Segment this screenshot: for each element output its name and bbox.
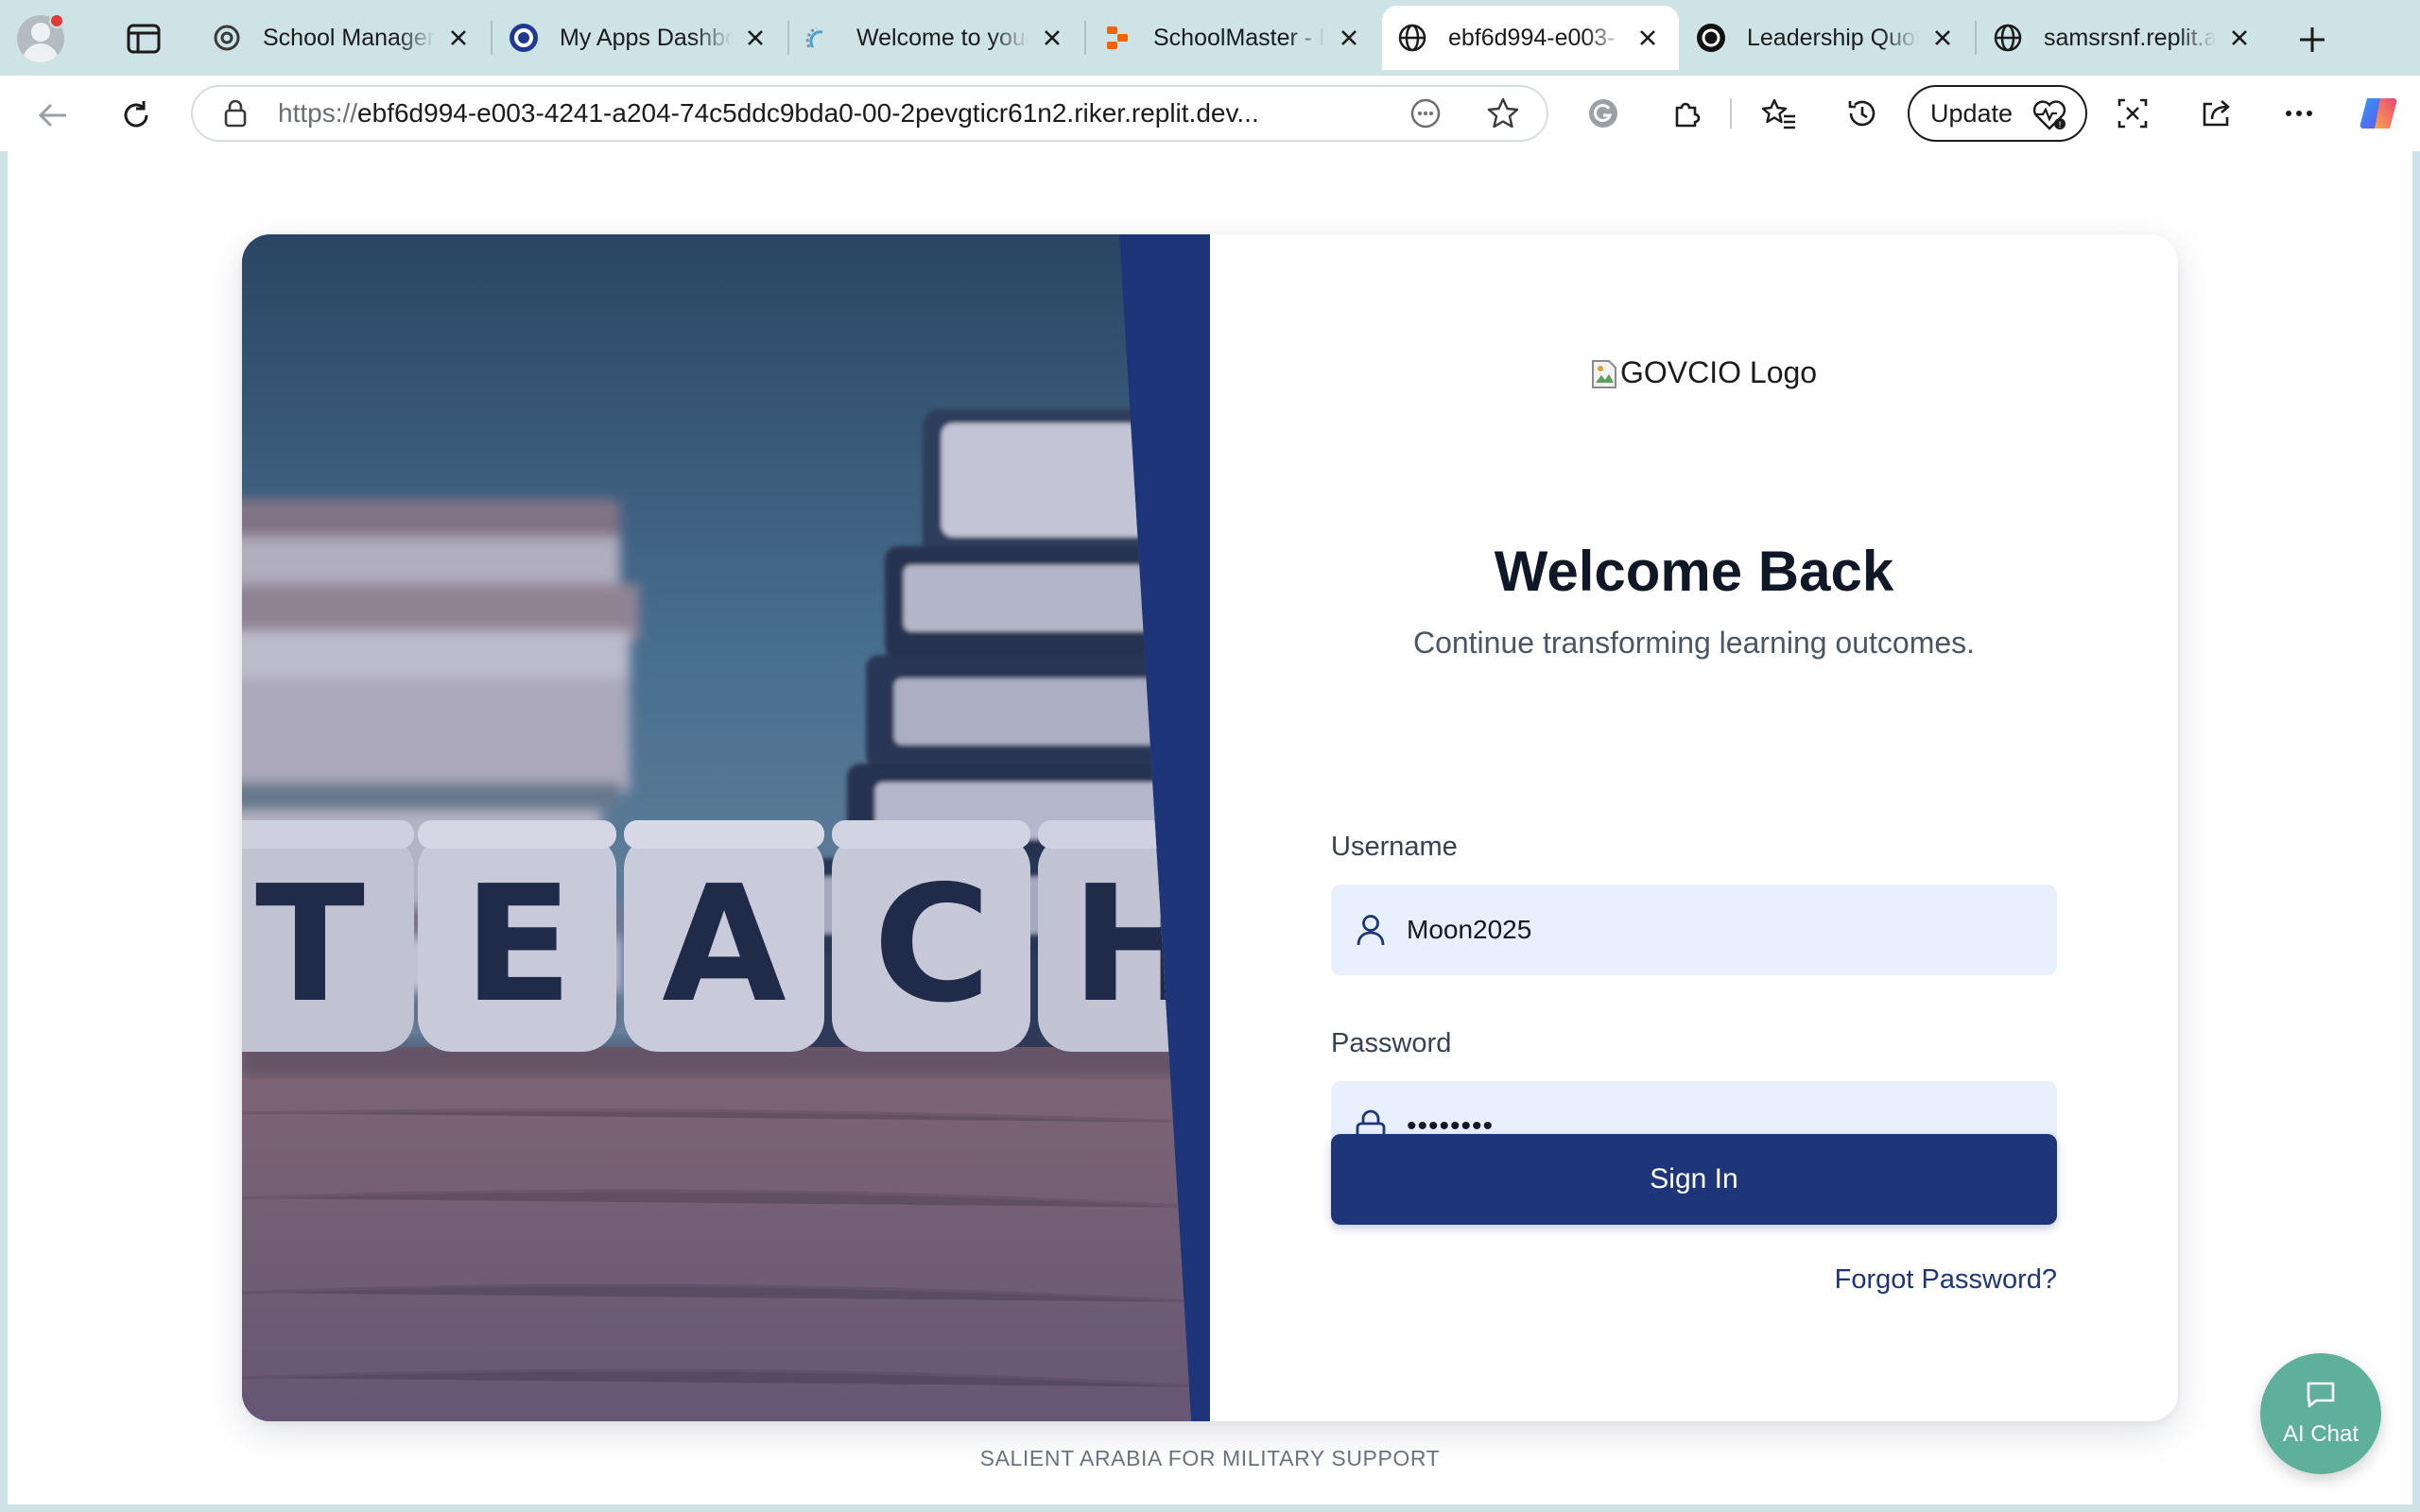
tab-active-page[interactable]: ebf6d994-e003-: [1382, 6, 1679, 70]
username-field[interactable]: Moon2025: [1331, 885, 2057, 975]
tab-schoolmaster[interactable]: SchoolMaster - R: [1087, 6, 1380, 70]
copilot-icon[interactable]: [2358, 93, 2399, 134]
tab-title: samsrsnf.replit.a: [2044, 24, 2216, 51]
tab-samsrsnf[interactable]: samsrsnf.replit.a: [1978, 6, 2271, 70]
page-actions-icon[interactable]: [1409, 96, 1443, 130]
tab-leadership-quotes[interactable]: Leadership Quot: [1681, 6, 1974, 70]
url-scheme: https://: [278, 98, 358, 128]
logo-alt-text: GOVCIO Logo: [1620, 355, 1818, 389]
new-tab-button[interactable]: [2291, 19, 2333, 60]
notification-dot: [49, 13, 64, 28]
ai-chat-button[interactable]: AI Chat: [2260, 1353, 2381, 1474]
arrow-left-icon: [38, 103, 66, 128]
tab-school-management[interactable]: School Managem: [197, 6, 490, 70]
grammarly-icon[interactable]: [1582, 93, 1624, 134]
svg-text:!: !: [2058, 121, 2062, 130]
globe-icon: [1397, 23, 1427, 53]
page-viewport: T E A C H GOVCIO Logo Welcome Back Conti…: [8, 151, 2412, 1504]
history-icon[interactable]: [1841, 93, 1883, 134]
username-value[interactable]: Moon2025: [1407, 915, 1531, 945]
reload-icon: [124, 101, 148, 128]
govcio-logo: GOVCIO Logo: [1590, 355, 1817, 390]
tab-my-apps-dashboard[interactable]: My Apps Dashbo: [493, 6, 786, 70]
close-icon[interactable]: [741, 24, 769, 52]
close-icon[interactable]: [1928, 24, 1957, 52]
close-icon[interactable]: [2225, 24, 2254, 52]
openai-icon: [212, 23, 242, 53]
toolbar-divider: [1730, 98, 1732, 129]
tab-strip: School Managem My Apps Dashbo Welcome to…: [0, 0, 2420, 76]
close-icon[interactable]: [1038, 24, 1066, 52]
close-icon[interactable]: [444, 24, 473, 52]
url-text[interactable]: https://ebf6d994-e003-4241-a204-74c5ddc9…: [278, 98, 1374, 129]
more-options-icon[interactable]: [2278, 93, 2320, 134]
update-label: Update: [1930, 98, 2014, 128]
tab-divider: [491, 21, 493, 55]
replit-icon: [1102, 23, 1132, 53]
page-title: Welcome Back: [1494, 540, 1894, 603]
sign-in-button[interactable]: Sign In: [1331, 1134, 2057, 1225]
hero-image: T E A C H: [242, 234, 1191, 1421]
tab-divider: [1975, 21, 1977, 55]
hero-panel: T E A C H: [242, 234, 1210, 1421]
share-icon[interactable]: [2195, 93, 2237, 134]
openai-icon: [1696, 23, 1726, 53]
back-button[interactable]: [32, 94, 74, 136]
loading-icon: [805, 23, 836, 53]
extensions-icon[interactable]: [1666, 93, 1707, 134]
globe-icon: [1993, 23, 2023, 53]
lock-icon[interactable]: [223, 99, 250, 128]
heart-monitor-icon: !: [2031, 98, 2068, 139]
tab-title: Leadership Quot: [1747, 24, 1919, 51]
hero-photo-teach-blocks: T E A C H: [242, 234, 1191, 1421]
tab-divider: [1084, 21, 1086, 55]
url-host: ebf6d994-e003-4241-a204-74c5ddc9bda0-00-…: [357, 98, 1259, 128]
broken-image-icon: [1590, 358, 1618, 390]
reload-button[interactable]: [115, 94, 157, 136]
password-label: Password: [1331, 1028, 1452, 1058]
login-card: T E A C H GOVCIO Logo Welcome Back Conti…: [242, 234, 2178, 1421]
tab-title: My Apps Dashbo: [560, 24, 732, 51]
page-subtitle: Continue transforming learning outcomes.: [1412, 626, 1976, 660]
tab-divider: [787, 21, 789, 55]
forgot-password-link[interactable]: Forgot Password?: [1835, 1264, 2057, 1296]
ai-chat-label: AI Chat: [2282, 1421, 2360, 1447]
screenshot-icon[interactable]: [2112, 93, 2153, 134]
tab-actions-icon[interactable]: [125, 23, 163, 55]
username-label: Username: [1331, 832, 1458, 862]
ring-icon: [509, 23, 539, 53]
footer-text: SALIENT ARABIA FOR MILITARY SUPPORT: [979, 1446, 1441, 1470]
favorite-star-icon[interactable]: [1486, 96, 1520, 130]
tab-title: School Managem: [263, 24, 435, 51]
close-icon[interactable]: [1634, 24, 1662, 52]
tab-welcome[interactable]: Welcome to your: [790, 6, 1083, 70]
tab-title: ebf6d994-e003-: [1448, 24, 1616, 51]
user-icon: [1352, 911, 1390, 949]
update-button[interactable]: Update !: [1908, 85, 2087, 142]
chat-bubble-icon: [2307, 1382, 2335, 1408]
plus-icon: [2300, 27, 2325, 52]
close-icon[interactable]: [1335, 24, 1363, 52]
login-form-panel: GOVCIO Logo Welcome Back Continue transf…: [1210, 234, 2178, 1421]
address-bar[interactable]: https://ebf6d994-e003-4241-a204-74c5ddc9…: [191, 85, 1548, 142]
tab-title: SchoolMaster - R: [1153, 24, 1325, 51]
tab-title: Welcome to your: [856, 24, 1028, 51]
favorites-icon[interactable]: [1758, 93, 1800, 134]
